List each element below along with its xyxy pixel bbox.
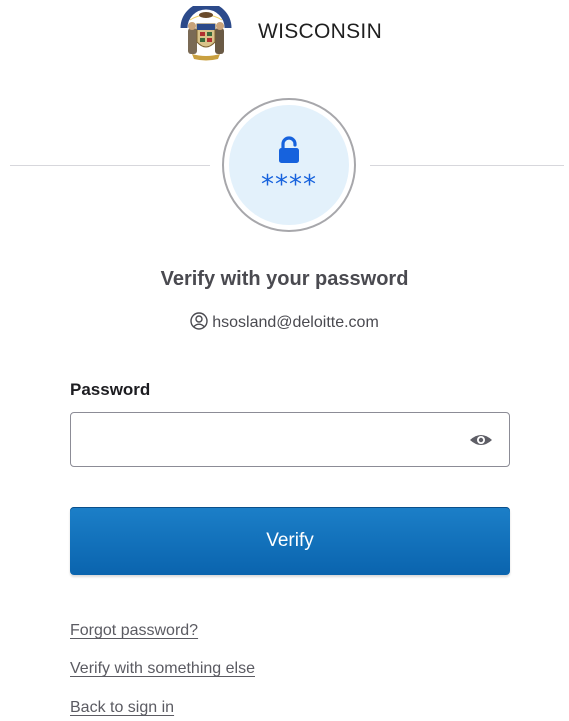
verify-with-something-else-link[interactable]: Verify with something else <box>70 660 255 678</box>
unlock-icon <box>279 136 299 163</box>
user-email: hsosland@deloitte.com <box>212 314 379 331</box>
user-identifier: hsosland@deloitte.com <box>0 312 569 332</box>
sign-in-page: WISCONSIN **** Verify with your password… <box>0 0 569 721</box>
password-label: Password <box>70 380 151 399</box>
user-circle-icon <box>190 312 208 330</box>
divider-right <box>370 165 564 166</box>
verify-button[interactable]: Verify <box>70 507 510 575</box>
back-to-sign-in-link[interactable]: Back to sign in <box>70 699 174 717</box>
forgot-password-link[interactable]: Forgot password? <box>70 622 198 640</box>
eye-icon[interactable] <box>469 431 493 449</box>
header: WISCONSIN <box>0 0 569 66</box>
brand-name: WISCONSIN <box>258 20 383 43</box>
factor-badge <box>229 105 349 225</box>
page-title: Verify with your password <box>160 268 409 290</box>
password-input[interactable] <box>70 412 510 467</box>
state-seal-icon <box>180 6 232 61</box>
divider-left <box>10 165 210 166</box>
password-stars: **** <box>261 170 317 200</box>
